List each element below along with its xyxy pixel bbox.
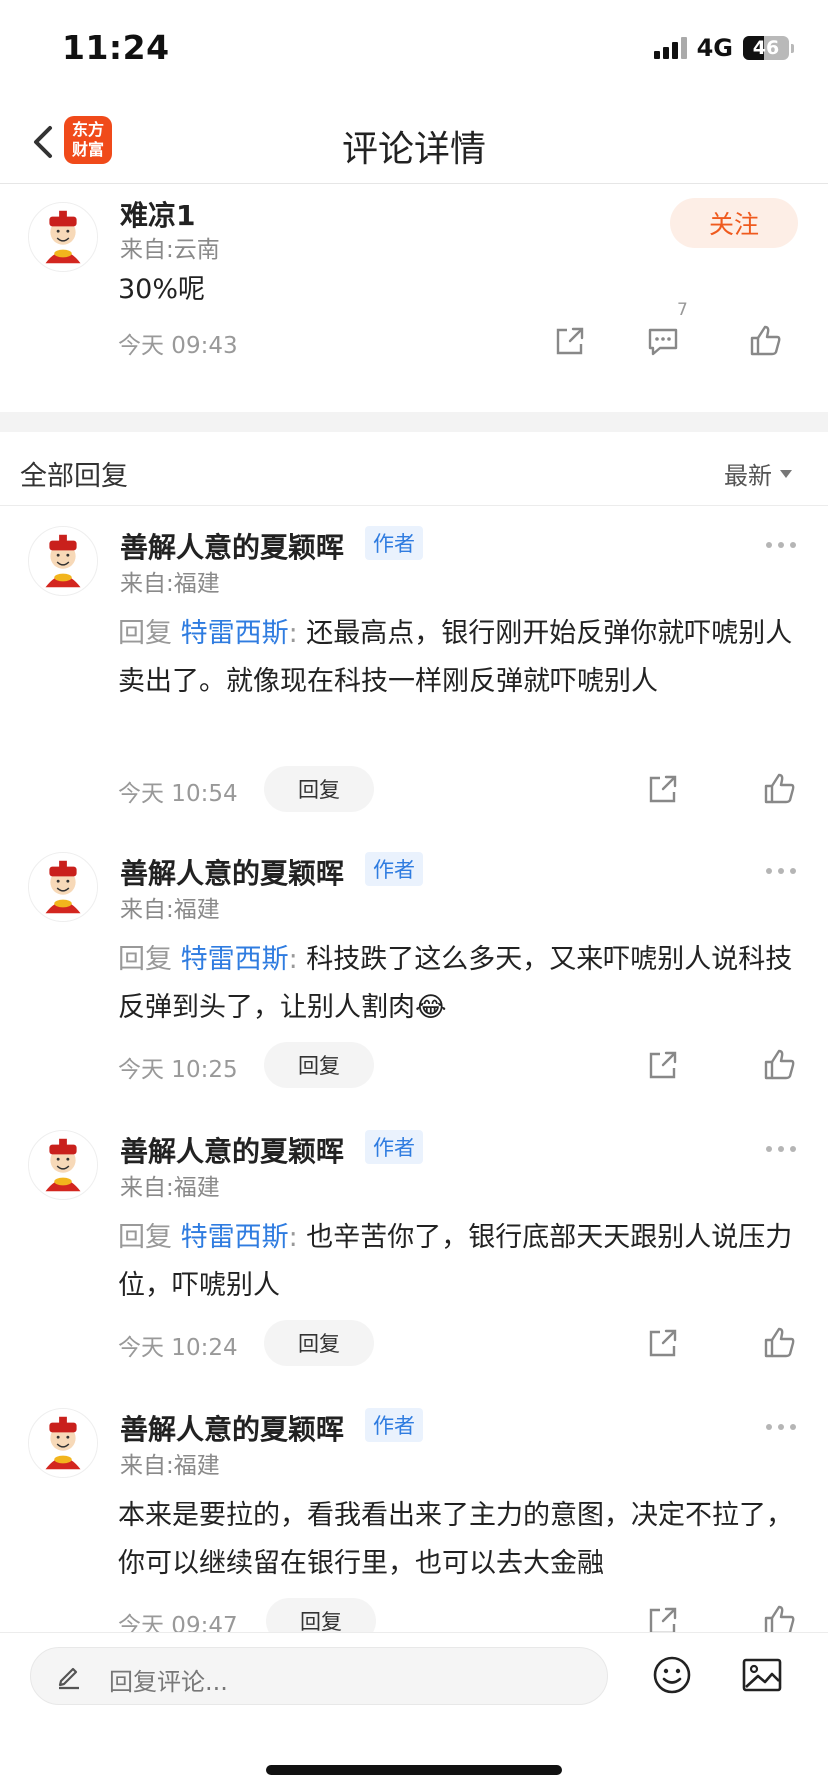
reply-item: 善解人意的夏颖晖 作者 来自:福建 本来是要拉的，看我看出来了主力的意图，决定不… bbox=[0, 1388, 828, 1632]
status-indicators: 4G 46 bbox=[653, 34, 794, 62]
avatar[interactable] bbox=[28, 852, 98, 922]
sort-label: 最新 bbox=[724, 462, 772, 490]
pen-icon bbox=[55, 1662, 83, 1690]
reply-body: 回复 特雷西斯: 也辛苦你了，银行底部天天跟别人说压力位，吓唬别人 bbox=[118, 1214, 798, 1310]
bottom-bar: 回复评论... bbox=[0, 1632, 828, 1792]
mention-link[interactable]: 特雷西斯 bbox=[181, 618, 289, 649]
reply-button[interactable]: 回复 bbox=[264, 1320, 374, 1366]
more-icon[interactable] bbox=[766, 542, 796, 550]
battery-tip bbox=[791, 43, 794, 53]
reply-location: 来自:福建 bbox=[120, 1175, 220, 1201]
reply-input[interactable]: 回复评论... bbox=[30, 1647, 608, 1705]
battery-icon: 46 bbox=[743, 36, 789, 60]
reply-colon: : bbox=[288, 618, 298, 649]
reply-location: 来自:福建 bbox=[120, 897, 220, 923]
like-icon[interactable] bbox=[763, 1326, 797, 1360]
share-icon[interactable] bbox=[646, 772, 680, 806]
like-icon[interactable] bbox=[763, 1604, 797, 1632]
reply-colon: : bbox=[288, 1222, 298, 1253]
reply-time: 今天 09:47 bbox=[118, 1613, 238, 1632]
replies-title: 全部回复 bbox=[20, 461, 128, 492]
author-badge: 作者 bbox=[365, 1408, 423, 1442]
replies-header: 全部回复 最新 bbox=[0, 432, 828, 506]
reply-item: 善解人意的夏颖晖 作者 来自:福建 回复 特雷西斯: 还最高点，银行刚开始反弹你… bbox=[0, 506, 828, 812]
reply-author[interactable]: 善解人意的夏颖晖 bbox=[120, 1408, 344, 1448]
reply-location: 来自:福建 bbox=[120, 571, 220, 597]
page-title: 评论详情 bbox=[341, 129, 486, 170]
sort-dropdown[interactable]: 最新 bbox=[724, 456, 792, 491]
reply-author[interactable]: 善解人意的夏颖晖 bbox=[120, 1130, 344, 1170]
share-icon[interactable] bbox=[646, 1048, 680, 1082]
reply-location: 来自:福建 bbox=[120, 1453, 220, 1479]
caret-down-icon bbox=[780, 469, 792, 478]
like-icon[interactable] bbox=[749, 324, 783, 358]
reply-prefix: 回复 bbox=[118, 944, 172, 975]
share-icon[interactable] bbox=[646, 1604, 680, 1632]
comment-icon[interactable] bbox=[646, 324, 680, 358]
main-comment: 难凉1 来自:云南 关注 30%呢 今天 09:43 7 bbox=[0, 184, 828, 412]
reply-colon: : bbox=[288, 944, 298, 975]
author-badge: 作者 bbox=[365, 852, 423, 886]
avatar[interactable] bbox=[28, 526, 98, 596]
reply-body: 回复 特雷西斯: 还最高点，银行刚开始反弹你就吓唬别人卖出了。就像现在科技一样刚… bbox=[118, 610, 798, 706]
avatar[interactable] bbox=[28, 1408, 98, 1478]
reply-prefix: 回复 bbox=[118, 618, 172, 649]
author-badge: 作者 bbox=[365, 1130, 423, 1164]
reply-input-placeholder: 回复评论... bbox=[109, 1668, 228, 1696]
author-badge: 作者 bbox=[365, 526, 423, 560]
battery-level: 46 bbox=[752, 37, 780, 59]
share-icon[interactable] bbox=[646, 1326, 680, 1360]
reply-time: 今天 10:24 bbox=[118, 1335, 238, 1361]
reply-button[interactable]: 回复 bbox=[264, 766, 374, 812]
reply-author[interactable]: 善解人意的夏颖晖 bbox=[120, 526, 344, 566]
follow-button[interactable]: 关注 bbox=[670, 198, 798, 248]
reply-button[interactable]: 回复 bbox=[266, 1598, 376, 1632]
like-icon[interactable] bbox=[763, 772, 797, 806]
image-icon[interactable] bbox=[742, 1657, 782, 1693]
share-icon[interactable] bbox=[553, 324, 587, 358]
reply-author[interactable]: 善解人意的夏颖晖 bbox=[120, 852, 344, 892]
signal-icon bbox=[653, 37, 687, 59]
avatar[interactable] bbox=[28, 1130, 98, 1200]
reply-item: 善解人意的夏颖晖 作者 来自:福建 回复 特雷西斯: 也辛苦你了，银行底部天天跟… bbox=[0, 1110, 828, 1366]
reply-prefix: 回复 bbox=[118, 1222, 172, 1253]
reply-item: 善解人意的夏颖晖 作者 来自:福建 回复 特雷西斯: 科技跌了这么多天，又来吓唬… bbox=[0, 832, 828, 1088]
nav-bar: 东方财富 评论详情 bbox=[0, 100, 828, 184]
comment-location: 来自:云南 bbox=[120, 237, 220, 263]
more-icon[interactable] bbox=[766, 1424, 796, 1432]
network-label: 4G bbox=[696, 34, 733, 62]
comment-time: 今天 09:43 bbox=[118, 333, 238, 359]
mention-link[interactable]: 特雷西斯 bbox=[181, 944, 289, 975]
emoji-icon[interactable] bbox=[652, 1655, 692, 1695]
reply-time: 今天 10:54 bbox=[118, 781, 238, 807]
reply-button[interactable]: 回复 bbox=[264, 1042, 374, 1088]
comment-author[interactable]: 难凉1 bbox=[120, 194, 195, 234]
section-divider bbox=[0, 412, 828, 432]
avatar[interactable] bbox=[28, 202, 98, 272]
more-icon[interactable] bbox=[766, 868, 796, 876]
status-bar: 11:24 4G 46 bbox=[0, 0, 828, 100]
reply-time: 今天 10:25 bbox=[118, 1057, 238, 1083]
status-time: 11:24 bbox=[62, 28, 170, 67]
comment-count: 7 bbox=[677, 300, 688, 320]
home-indicator bbox=[266, 1765, 562, 1775]
reply-body: 回复 特雷西斯: 科技跌了这么多天，又来吓唬别人说科技反弹到头了，让别人割肉😂 bbox=[118, 936, 798, 1032]
reply-text: 本来是要拉的，看我看出来了主力的意图，决定不拉了，你可以继续留在银行里，也可以去… bbox=[118, 1500, 793, 1579]
more-icon[interactable] bbox=[766, 1146, 796, 1154]
like-icon[interactable] bbox=[763, 1048, 797, 1082]
mention-link[interactable]: 特雷西斯 bbox=[181, 1222, 289, 1253]
comment-text: 30%呢 bbox=[118, 274, 206, 305]
